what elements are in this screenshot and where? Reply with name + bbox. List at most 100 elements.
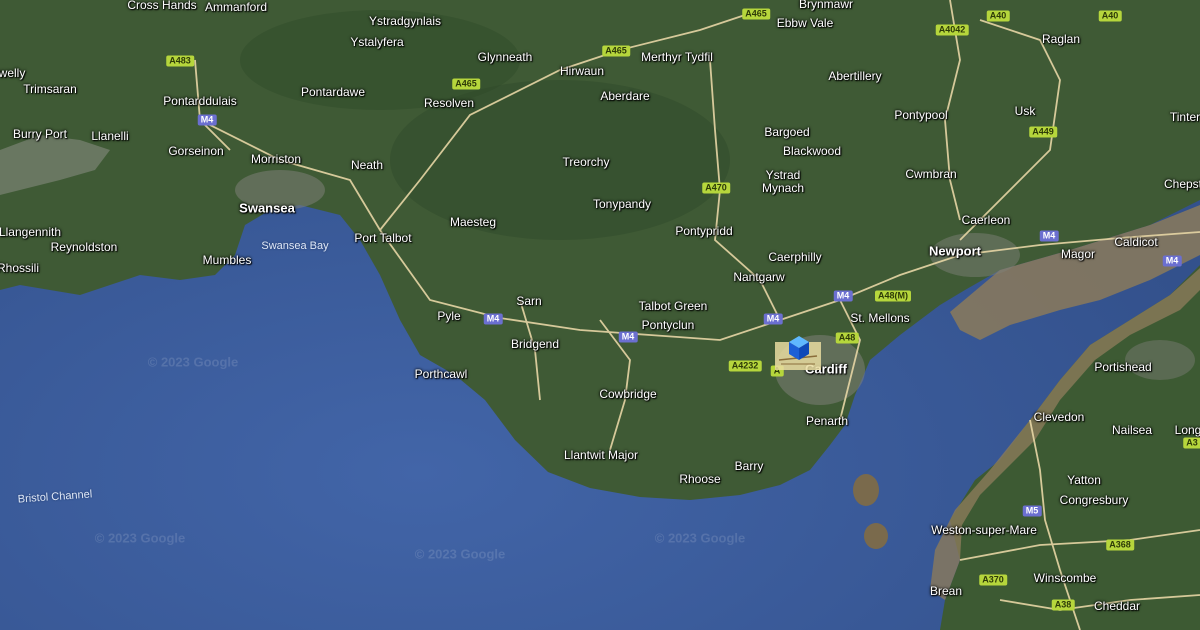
road-shield-a4042: A4042 bbox=[935, 24, 969, 36]
place-mumbles[interactable]: Mumbles bbox=[203, 254, 252, 266]
steep-holm bbox=[864, 523, 888, 549]
road-shield-m5: M5 bbox=[1022, 505, 1042, 517]
road-shield-a40: A40 bbox=[986, 10, 1010, 22]
road-shield-a4232: A4232 bbox=[728, 360, 762, 372]
place-raglan[interactable]: Raglan bbox=[1042, 33, 1080, 45]
road-shield-m4: M4 bbox=[618, 331, 638, 343]
place-st-mellons[interactable]: St. Mellons bbox=[850, 312, 909, 324]
place-swansea[interactable]: Swansea bbox=[239, 202, 295, 215]
road-shield-a48: A48 bbox=[835, 332, 859, 344]
place-rhossili[interactable]: Rhossili bbox=[0, 262, 39, 274]
place-magor[interactable]: Magor bbox=[1061, 248, 1095, 260]
place-bargoed[interactable]: Bargoed bbox=[764, 126, 809, 138]
place-talbot-green[interactable]: Talbot Green bbox=[639, 300, 708, 312]
place-chepstow[interactable]: Chepst bbox=[1164, 178, 1200, 190]
road-shield-m4: M4 bbox=[833, 290, 853, 302]
place-pontardawe[interactable]: Pontardawe bbox=[301, 86, 365, 98]
road-shield-m4: M4 bbox=[1039, 230, 1059, 242]
place-porthcawl[interactable]: Porthcawl bbox=[415, 368, 468, 380]
cube-icon bbox=[775, 336, 821, 370]
place-pontypool[interactable]: Pontypool bbox=[894, 109, 947, 121]
place-pontarddulais[interactable]: Pontarddulais bbox=[163, 95, 236, 107]
place-ystradgynlais[interactable]: Ystradgynlais bbox=[369, 15, 441, 27]
place-nailsea[interactable]: Nailsea bbox=[1112, 424, 1152, 436]
place-llantwit-major[interactable]: Llantwit Major bbox=[564, 449, 638, 461]
place-caerleon[interactable]: Caerleon bbox=[962, 214, 1011, 226]
place-rhoose[interactable]: Rhoose bbox=[679, 473, 720, 485]
place-newport[interactable]: Newport bbox=[929, 245, 981, 258]
place-tintern[interactable]: Tinter bbox=[1170, 111, 1200, 123]
place-resolven[interactable]: Resolven bbox=[424, 97, 474, 109]
place-caldicot[interactable]: Caldicot bbox=[1114, 236, 1157, 248]
place-ystalyfera[interactable]: Ystalyfera bbox=[350, 36, 403, 48]
road-shield-a38: A38 bbox=[1051, 599, 1075, 611]
place-portishead[interactable]: Portishead bbox=[1094, 361, 1151, 373]
place-morriston[interactable]: Morriston bbox=[251, 153, 301, 165]
place-maesteg[interactable]: Maesteg bbox=[450, 216, 496, 228]
place-sarn[interactable]: Sarn bbox=[516, 295, 541, 307]
place-nantgarw[interactable]: Nantgarw bbox=[733, 271, 784, 283]
place-treorchy[interactable]: Treorchy bbox=[563, 156, 610, 168]
road-shield-m4: M4 bbox=[1162, 255, 1182, 267]
place-abertillery[interactable]: Abertillery bbox=[828, 70, 881, 82]
place-cwmbran[interactable]: Cwmbran bbox=[905, 168, 956, 180]
place-bridgend[interactable]: Bridgend bbox=[511, 338, 559, 350]
place-gorseinon[interactable]: Gorseinon bbox=[168, 145, 223, 157]
road-shield-a368: A368 bbox=[1106, 539, 1134, 551]
place-brynmawr[interactable]: Brynmawr bbox=[799, 0, 853, 10]
place-weston-super-mare[interactable]: Weston-super-Mare bbox=[931, 524, 1037, 536]
place-cross-hands[interactable]: Cross Hands bbox=[127, 0, 196, 11]
place-clevedon[interactable]: Clevedon bbox=[1034, 411, 1085, 423]
road-shield-m4: M4 bbox=[197, 114, 217, 126]
road-shield-m4: M4 bbox=[763, 313, 783, 325]
road-shield-a465: A465 bbox=[452, 78, 480, 90]
road-shield-a449: A449 bbox=[1029, 126, 1057, 138]
place-barry[interactable]: Barry bbox=[735, 460, 764, 472]
place-brean[interactable]: Brean bbox=[930, 585, 962, 597]
place-reynoldston[interactable]: Reynoldston bbox=[51, 241, 118, 253]
place-tonypandy[interactable]: Tonypandy bbox=[593, 198, 651, 210]
google-watermark: © 2023 Google bbox=[147, 354, 239, 370]
road-shield-a40: A40 bbox=[1098, 10, 1122, 22]
place-caerphilly[interactable]: Caerphilly bbox=[768, 251, 821, 263]
place-aberdare[interactable]: Aberdare bbox=[600, 90, 649, 102]
satellite-map[interactable]: © 2023 Google © 2023 Google © 2023 Googl… bbox=[0, 0, 1200, 630]
place-trimsaran[interactable]: Trimsaran bbox=[23, 83, 77, 95]
place-winscombe[interactable]: Winscombe bbox=[1034, 572, 1097, 584]
place-hirwaun[interactable]: Hirwaun bbox=[560, 65, 604, 77]
place-usk[interactable]: Usk bbox=[1015, 105, 1036, 117]
place-penarth[interactable]: Penarth bbox=[806, 415, 848, 427]
place-cowbridge[interactable]: Cowbridge bbox=[599, 388, 656, 400]
road-shield-a370: A370 bbox=[979, 574, 1007, 586]
place-neath[interactable]: Neath bbox=[351, 159, 383, 171]
place-yatton[interactable]: Yatton bbox=[1067, 474, 1101, 486]
place-ystrad-mynach[interactable]: Ystrad Mynach bbox=[762, 169, 804, 195]
road-shield-m4: M4 bbox=[483, 313, 503, 325]
place-pontypridd[interactable]: Pontypridd bbox=[675, 225, 732, 237]
place-pontyclun[interactable]: Pontyclun bbox=[642, 319, 695, 331]
water-label-swansea-bay: Swansea Bay bbox=[261, 240, 329, 252]
road-shield-a470: A470 bbox=[702, 182, 730, 194]
road-shield-a465: A465 bbox=[602, 45, 630, 57]
flat-holm bbox=[853, 474, 879, 506]
place-long[interactable]: Long bbox=[1175, 424, 1200, 436]
place-llangennith[interactable]: Llangennith bbox=[0, 226, 61, 238]
place-cheddar[interactable]: Cheddar bbox=[1094, 600, 1140, 612]
road-shield-a483: A483 bbox=[166, 55, 194, 67]
place-welly[interactable]: welly bbox=[0, 67, 25, 79]
place-burry-port[interactable]: Burry Port bbox=[13, 128, 67, 140]
place-pyle[interactable]: Pyle bbox=[437, 310, 460, 322]
place-port-talbot[interactable]: Port Talbot bbox=[354, 232, 411, 244]
road-shield-a465: A465 bbox=[742, 8, 770, 20]
place-merthyr-tydfil[interactable]: Merthyr Tydfil bbox=[641, 51, 713, 63]
place-glynneath[interactable]: Glynneath bbox=[478, 51, 533, 63]
location-marker[interactable] bbox=[775, 334, 823, 374]
place-llanelli[interactable]: Llanelli bbox=[91, 130, 128, 142]
place-ammanford[interactable]: Ammanford bbox=[205, 1, 267, 13]
place-congresbury[interactable]: Congresbury bbox=[1060, 494, 1129, 506]
place-ebbw-vale[interactable]: Ebbw Vale bbox=[777, 17, 833, 29]
road-shield-a3-clipped: A3 bbox=[1183, 437, 1200, 449]
place-blackwood[interactable]: Blackwood bbox=[783, 145, 841, 157]
google-watermark: © 2023 Google bbox=[654, 530, 746, 546]
road-shield-a48m: A48(M) bbox=[874, 290, 912, 302]
